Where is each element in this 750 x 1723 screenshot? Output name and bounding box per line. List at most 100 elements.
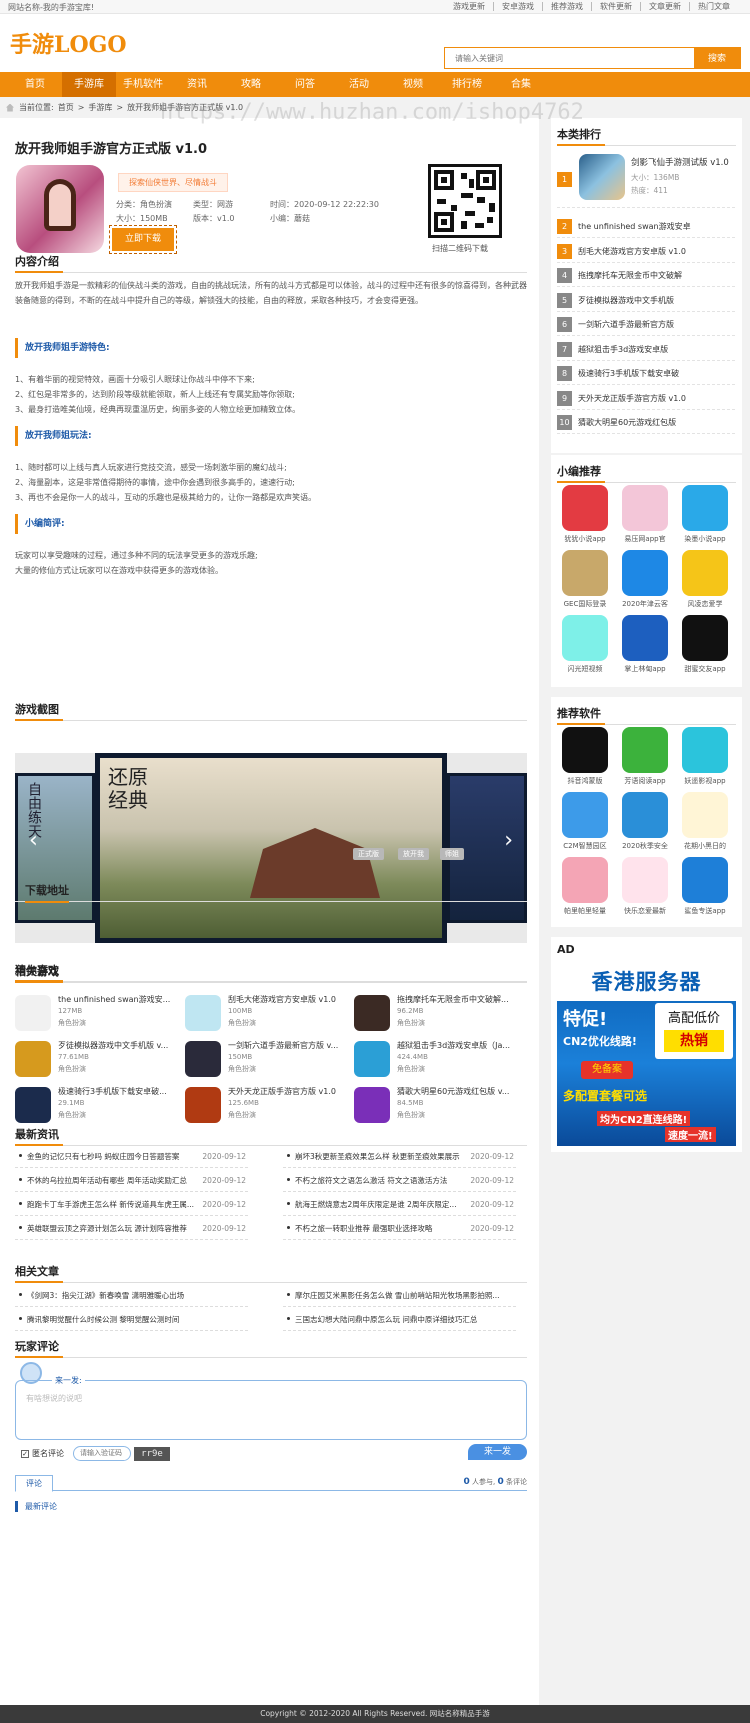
ranking-item[interactable]: 8 极速骑行3手机版下载安卓破 xyxy=(557,363,735,385)
ranking-item-name: 刮毛大佬游戏官方安卓版 v1.0 xyxy=(578,246,686,256)
app-item[interactable]: 鲨鱼专送app xyxy=(679,857,731,919)
news-item[interactable]: 航海王燃烧意志2周年庆限定是谁 2周年庆限定... 2020-09-12 xyxy=(283,1194,516,1216)
app-item[interactable]: 风凌恋爱学 xyxy=(679,550,731,612)
ranking-item[interactable]: 4 拖拽摩托车无限金币中文破解 xyxy=(557,265,735,287)
article-item[interactable]: 摩尔庄园艾米黑影任务怎么做 雪山前哨站阳光牧场黑影拍照... xyxy=(283,1285,516,1307)
app-item[interactable]: 2020年津云客 xyxy=(619,550,671,612)
article-item[interactable]: 腾讯黎明觉醒什么时候公测 黎明觉醒公测时间 xyxy=(15,1309,248,1331)
app-item[interactable]: 染墨小说app xyxy=(679,485,731,547)
nav-videos[interactable]: 视频 xyxy=(386,72,440,97)
news-item[interactable]: 金鱼的记忆只有七秒吗 蚂蚁庄园今日答题答案 2020-09-12 xyxy=(15,1146,248,1168)
nav-events[interactable]: 活动 xyxy=(332,72,386,97)
ranking-item[interactable]: 5 歹徒模拟器游戏中文手机版 xyxy=(557,290,735,312)
related-game[interactable]: 天外天龙正版手游官方版 v1.0 125.6MB 角色扮演 xyxy=(185,1085,355,1125)
news-item[interactable]: 英雄联盟云顶之弈源计划怎么玩 源计划阵容推荐 2020-09-12 xyxy=(15,1218,248,1240)
top-link-hot-articles[interactable]: 热门文章 xyxy=(689,2,738,11)
top-link-article-updates[interactable]: 文章更新 xyxy=(640,2,689,11)
related-game[interactable]: 歹徒模拟器游戏中文手机版 v... 77.61MB 角色扮演 xyxy=(15,1039,185,1079)
app-item[interactable]: 2020秋季安全 xyxy=(619,792,671,854)
news-item[interactable]: 不休的乌拉拉周年活动有哪些 周年活动奖励汇总 2020-09-12 xyxy=(15,1170,248,1192)
app-item[interactable]: 芳语阅读app xyxy=(619,727,671,789)
related-game[interactable]: the unfinished swan游戏安... 127MB 角色扮演 xyxy=(15,993,185,1033)
anonymous-option[interactable]: ✓ 匿名评论 xyxy=(21,1448,64,1459)
screenshot-main[interactable]: 还原经典 xyxy=(95,753,447,943)
nav-home[interactable]: 首页 xyxy=(8,72,62,97)
nav-rankings[interactable]: 排行榜 xyxy=(440,72,494,97)
related-game[interactable]: 拖拽摩托车无限金币中文破解... 96.2MB 角色扮演 xyxy=(354,993,524,1033)
app-item[interactable]: 甜蜜交友app xyxy=(679,615,731,677)
intro-text: 放开我师姐手游是一款精彩的仙侠战斗类的游戏，自由的挑战玩法，所有的战斗方式都是可… xyxy=(15,281,527,305)
app-item[interactable]: 闪光短视频 xyxy=(559,615,611,677)
related-game[interactable]: 猜歌大明星60元游戏红包版 v... 84.5MB 角色扮演 xyxy=(354,1085,524,1125)
ranking-item[interactable]: 2 the unfinished swan游戏安卓 xyxy=(557,216,735,238)
app-item[interactable]: 帕里帕里轻量 xyxy=(559,857,611,919)
nav-guides[interactable]: 攻略 xyxy=(224,72,278,97)
news-item[interactable]: 不朽之旅一转职业推荐 最强职业选择攻略 2020-09-12 xyxy=(283,1218,516,1240)
app-item[interactable]: 快乐恋爱最新 xyxy=(619,857,671,919)
captcha-image[interactable]: rr9e xyxy=(134,1447,170,1461)
app-item[interactable]: 犹犹小说app xyxy=(559,485,611,547)
app-item[interactable]: 妖遥影视app xyxy=(679,727,731,789)
review-heading: 小编简评: xyxy=(15,514,527,534)
related-game[interactable]: 刮毛大佬游戏官方安卓版 v1.0 100MB 角色扮演 xyxy=(185,993,355,1033)
ad-banner[interactable]: 香港服务器 特促! 高配低价 热销 CN2优化线路! 免备案 多配置套餐可选 均… xyxy=(557,963,736,1146)
breadcrumb-game-library[interactable]: 手游库 xyxy=(88,102,112,113)
download-button[interactable]: 立即下载 xyxy=(109,225,177,254)
app-item[interactable]: 抖音鸿蒙版 xyxy=(559,727,611,789)
carousel-prev-icon[interactable]: ‹ xyxy=(29,828,38,853)
news-title: 金鱼的记忆只有七秒吗 蚂蚁庄园今日答题答案 xyxy=(27,1152,180,1161)
game-author: 小编：蘑菇 xyxy=(270,214,310,223)
top-link-android-games[interactable]: 安卓游戏 xyxy=(493,2,542,11)
ranking-item[interactable]: 10 猜歌大明星60元游戏红包版 xyxy=(557,412,735,434)
related-game[interactable]: 极速骑行3手机版下载安卓破... 29.1MB 角色扮演 xyxy=(15,1085,185,1125)
nav-qa[interactable]: 问答 xyxy=(278,72,332,97)
related-game[interactable]: 一剑斩六道手游最新官方版 v... 150MB 角色扮演 xyxy=(185,1039,355,1079)
tag-official[interactable]: 正式版 xyxy=(353,848,384,860)
top-link-software-updates[interactable]: 软件更新 xyxy=(591,2,640,11)
search-input[interactable] xyxy=(445,48,694,68)
carousel-next-icon[interactable]: › xyxy=(504,828,513,853)
article-item[interactable]: 三国志幻想大陆问鼎中原怎么玩 问鼎中原详细技巧汇总 xyxy=(283,1309,516,1331)
ranking-item[interactable]: 6 一剑斩六道手游最新官方版 xyxy=(557,314,735,336)
play-list: 1、随时都可以上线与真人玩家进行竞技交流，感受一场刺激华丽的魔幻战斗; 2、海量… xyxy=(15,460,527,505)
ranking-item[interactable]: 7 越狱狙击手3d游戏安卓版 xyxy=(557,339,735,361)
news-item[interactable]: 跑跑卡丁车手游虎王怎么样 新传说道具车虎王属... 2020-09-12 xyxy=(15,1194,248,1216)
checkbox-icon[interactable]: ✓ xyxy=(21,1449,29,1458)
news-item[interactable]: 崩坏3秋更新圣痕效果怎么样 秋更新圣痕效果展示 2020-09-12 xyxy=(283,1146,516,1168)
search-button[interactable]: 搜索 xyxy=(694,48,740,68)
top-game-name: 剑影飞仙手游测试版 v1.0 xyxy=(631,158,729,168)
ranking-heading-text: 本类排行 xyxy=(557,128,601,141)
top-link-game-updates[interactable]: 游戏更新 xyxy=(445,2,493,11)
app-name: 闪光短视频 xyxy=(567,665,603,673)
related-game-size: 125.6MB xyxy=(228,1099,259,1107)
rank-number: 1 xyxy=(557,172,572,187)
top-link-recommended-games[interactable]: 推荐游戏 xyxy=(542,2,591,11)
ranking-item[interactable]: 3 刮毛大佬游戏官方安卓版 v1.0 xyxy=(557,241,735,263)
tag-shijie[interactable]: 师姐 xyxy=(440,848,464,860)
site-name: 网站名称-我的手游宝库! xyxy=(8,3,95,12)
app-item[interactable]: GEC国际登录 xyxy=(559,550,611,612)
related-game-name: 越狱狙击手3d游戏安卓版（Ja... xyxy=(397,1041,511,1050)
ranking-item[interactable]: 9 天外天龙正版手游官方版 v1.0 xyxy=(557,388,735,410)
app-item[interactable]: 易压网app官 xyxy=(619,485,671,547)
screenshot-main-text: 还原经典 xyxy=(108,765,148,812)
nav-game-library[interactable]: 手游库 xyxy=(62,72,116,97)
comment-box[interactable]: 来一发: 有啥想说的说吧 xyxy=(15,1375,527,1440)
nav-collections[interactable]: 合集 xyxy=(494,72,548,97)
related-game[interactable]: 越狱狙击手3d游戏安卓版（Ja... 424.4MB 角色扮演 xyxy=(354,1039,524,1079)
app-item[interactable]: 掌上林甸app xyxy=(619,615,671,677)
app-item[interactable]: C2M智慧园区 xyxy=(559,792,611,854)
nav-news[interactable]: 资讯 xyxy=(170,72,224,97)
breadcrumb-home[interactable]: 首页 xyxy=(58,102,74,113)
nav-mobile-software[interactable]: 手机软件 xyxy=(116,72,170,97)
tab-comments[interactable]: 评论 xyxy=(15,1475,53,1492)
tag-fangkaiwo[interactable]: 放开我 xyxy=(398,848,429,860)
ranking-top-item[interactable]: 1 剑影飞仙手游测试版 v1.0 大小：136MB 热度：411 xyxy=(557,148,735,208)
submit-comment-button[interactable]: 来一发 xyxy=(468,1444,527,1460)
news-item[interactable]: 不朽之旅符文之语怎么激活 符文之语激活方法 2020-09-12 xyxy=(283,1170,516,1192)
feature-item: 3、最身打造唯美仙境，经典再现重温历史，绚丽多姿的人物立绘更加精致立体。 xyxy=(15,405,301,414)
article-item[interactable]: 《剑网3：指尖江湖》新春唤雪 潇明雅暖心出场 xyxy=(15,1285,248,1307)
site-logo[interactable]: 手游LOGO xyxy=(10,27,127,59)
captcha-input[interactable] xyxy=(73,1446,131,1461)
app-item[interactable]: 花期小黑日的 xyxy=(679,792,731,854)
